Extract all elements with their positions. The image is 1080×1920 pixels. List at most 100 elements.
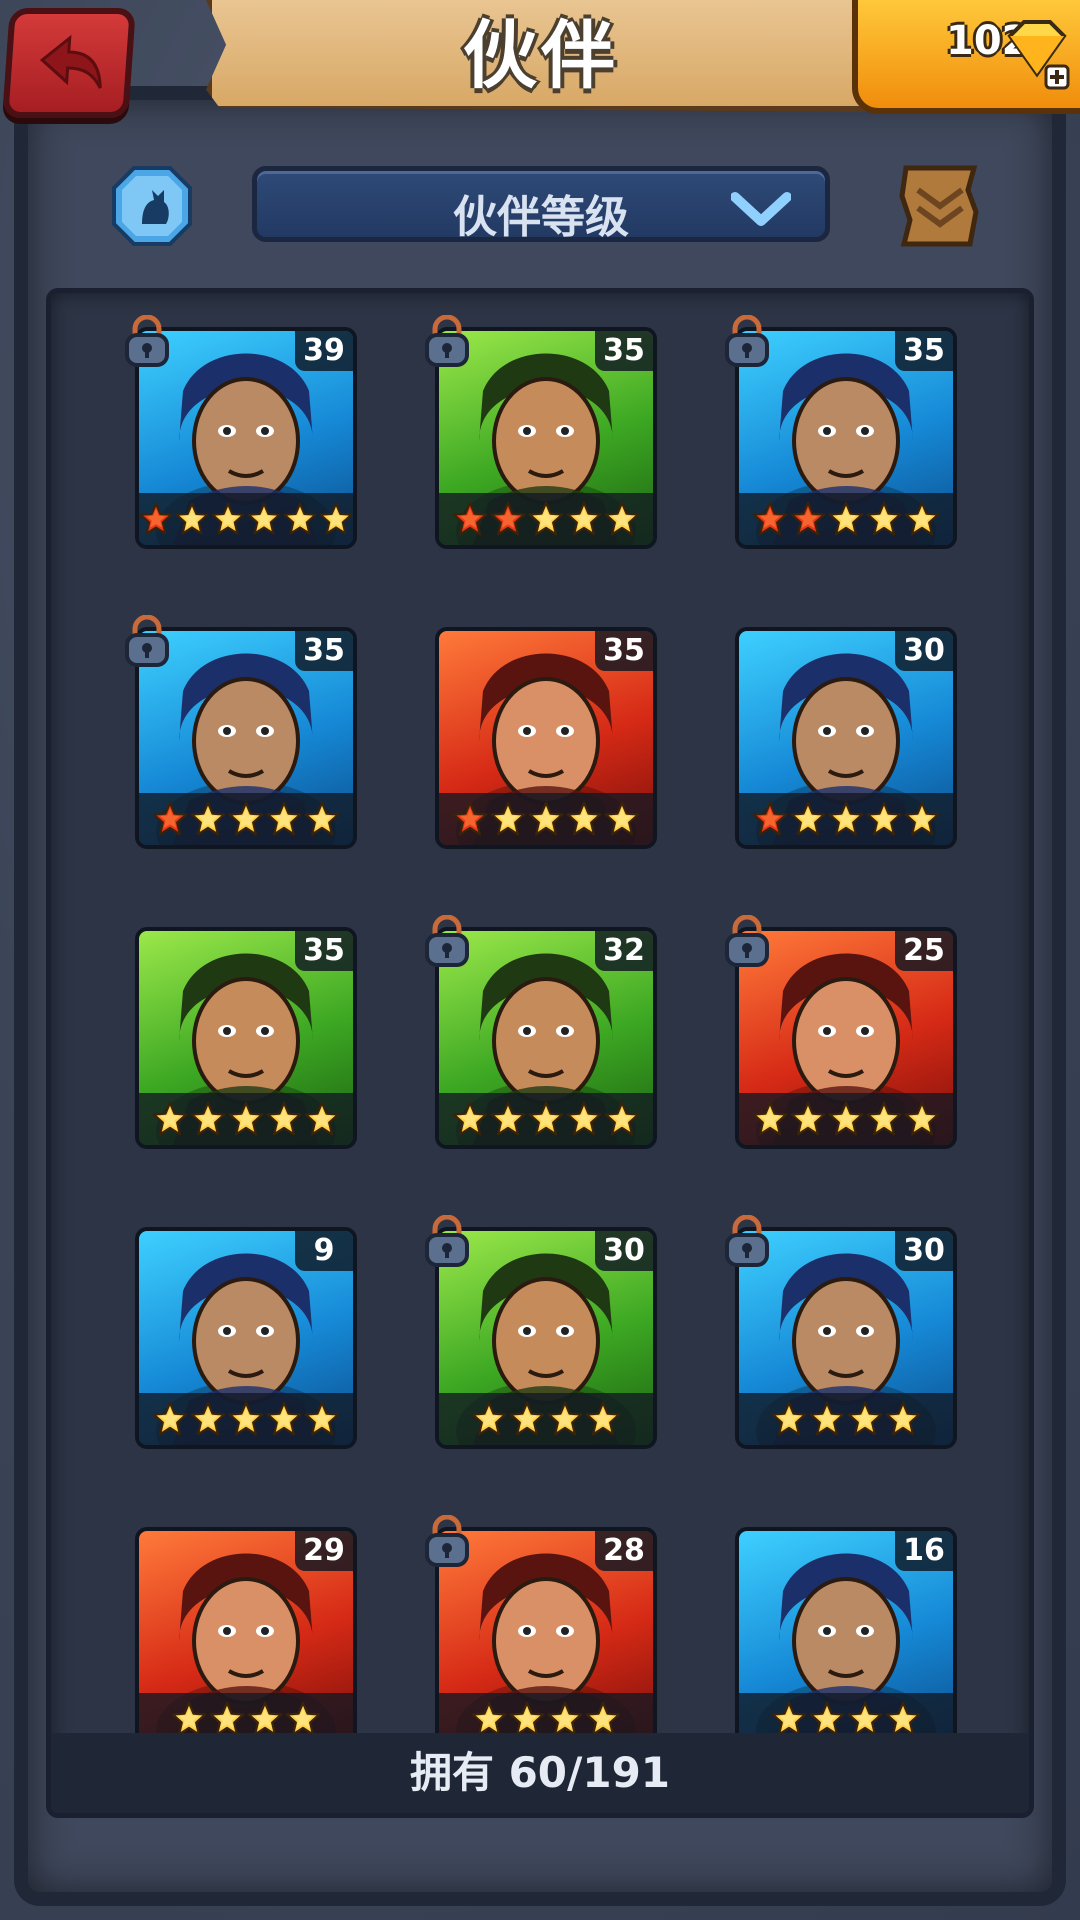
padlock-icon: [423, 914, 471, 967]
star-icon: [304, 801, 340, 836]
star-icon: [828, 1101, 864, 1136]
title-banner: 伙伴: [206, 0, 876, 112]
star-icon: [319, 502, 353, 535]
page-title: 伙伴: [463, 12, 619, 99]
companion-card[interactable]: 29: [135, 1527, 357, 1749]
star-rating: [439, 1093, 653, 1145]
star-icon: [904, 501, 940, 536]
star-icon: [304, 1101, 340, 1136]
star-icon: [304, 1401, 340, 1436]
star-icon: [585, 1701, 621, 1736]
owned-count-label: 拥有 60/191: [51, 1733, 1029, 1813]
star-icon: [266, 1401, 302, 1436]
star-icon: [566, 501, 602, 536]
companion-level: 32: [595, 931, 653, 971]
padlock-icon: [123, 314, 171, 367]
star-icon: [790, 1101, 826, 1136]
sort-dropdown[interactable]: 伙伴等级: [252, 166, 830, 243]
companion-card[interactable]: 16: [735, 1527, 957, 1749]
padlock-icon: [423, 1214, 471, 1267]
companion-card[interactable]: 35: [135, 927, 357, 1149]
star-icon: [771, 1701, 807, 1736]
star-icon: [771, 1401, 807, 1436]
star-rating: [739, 793, 953, 845]
star-icon: [175, 502, 209, 535]
companion-level: 9: [295, 1231, 353, 1271]
star-rank-icon: [152, 801, 188, 836]
star-icon: [471, 1701, 507, 1736]
padlock-icon: [723, 914, 771, 967]
companion-level: 35: [895, 331, 953, 371]
star-icon: [885, 1701, 921, 1736]
star-icon: [247, 1701, 283, 1736]
star-icon: [828, 801, 864, 836]
companion-level: 39: [295, 331, 353, 371]
star-rating: [139, 493, 353, 545]
star-icon: [790, 801, 826, 836]
star-icon: [604, 501, 640, 536]
star-icon: [809, 1701, 845, 1736]
star-icon: [209, 1701, 245, 1736]
star-rank-icon: [752, 801, 788, 836]
star-icon: [247, 502, 281, 535]
star-icon: [752, 1101, 788, 1136]
star-icon: [528, 801, 564, 836]
star-icon: [266, 1101, 302, 1136]
star-rating: [439, 493, 653, 545]
star-icon: [190, 801, 226, 836]
star-icon: [847, 1701, 883, 1736]
star-icon: [490, 1101, 526, 1136]
companion-level: 35: [595, 631, 653, 671]
star-rating: [739, 493, 953, 545]
star-rating: [139, 1393, 353, 1445]
star-icon: [566, 801, 602, 836]
star-icon: [283, 502, 317, 535]
chevron-down-icon: [731, 192, 791, 226]
star-rank-icon: [490, 501, 526, 536]
star-icon: [885, 1401, 921, 1436]
star-rating: [739, 1393, 953, 1445]
star-icon: [471, 1401, 507, 1436]
star-icon: [866, 501, 902, 536]
star-icon: [228, 1101, 264, 1136]
padlock-icon: [723, 1214, 771, 1267]
star-icon: [547, 1701, 583, 1736]
star-icon: [509, 1701, 545, 1736]
star-icon: [171, 1701, 207, 1736]
gem-counter[interactable]: 102: [852, 0, 1080, 114]
star-icon: [866, 1101, 902, 1136]
star-icon: [528, 501, 564, 536]
star-rank-icon: [452, 801, 488, 836]
companion-level: 30: [595, 1231, 653, 1271]
star-icon: [604, 801, 640, 836]
star-rank-icon: [752, 501, 788, 536]
filter-button[interactable]: [112, 166, 192, 246]
companion-level: 25: [895, 931, 953, 971]
star-icon: [604, 1101, 640, 1136]
diamond-plus-icon: [1007, 20, 1070, 90]
star-icon: [152, 1401, 188, 1436]
star-icon: [828, 501, 864, 536]
companion-level: 35: [595, 331, 653, 371]
star-rank-icon: [790, 501, 826, 536]
star-rating: [139, 1093, 353, 1145]
star-rating: [439, 793, 653, 845]
companion-card[interactable]: 35: [435, 627, 657, 849]
star-icon: [528, 1101, 564, 1136]
scroll-button[interactable]: [896, 160, 984, 250]
companion-card[interactable]: 30: [735, 627, 957, 849]
star-icon: [266, 801, 302, 836]
back-button[interactable]: [2, 8, 136, 118]
companion-grid-panel: 39 35 35 35 35 30 35 32 25 9 30 30 29 28 16 拥有 60/191: [46, 288, 1034, 1818]
companion-level: 16: [895, 1531, 953, 1571]
companion-card[interactable]: 9: [135, 1227, 357, 1449]
star-icon: [152, 1101, 188, 1136]
companion-grid: 39 35 35 35 35 30 35 32 25 9 30 30 29 28 16: [51, 293, 1029, 1749]
star-icon: [190, 1401, 226, 1436]
companion-level: 35: [295, 631, 353, 671]
star-icon: [228, 801, 264, 836]
star-icon: [809, 1401, 845, 1436]
star-icon: [866, 801, 902, 836]
star-icon: [904, 801, 940, 836]
star-rating: [139, 793, 353, 845]
